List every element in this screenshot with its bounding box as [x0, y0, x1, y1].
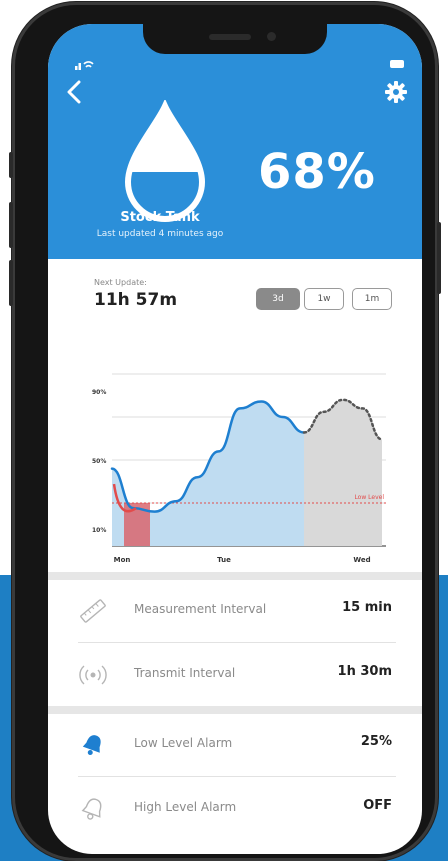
- ruler-icon: [80, 599, 106, 623]
- notch: [143, 24, 327, 54]
- speaker: [209, 34, 251, 40]
- x-tick-label: Wed: [353, 556, 370, 564]
- section-separator: [48, 572, 422, 580]
- low-level-alarm-label: Low Level Alarm: [134, 736, 233, 750]
- range-1m-button[interactable]: 1m: [352, 288, 392, 310]
- row-divider: [78, 642, 396, 643]
- next-update-value: 11h 57m: [94, 290, 178, 310]
- battery-icon: [390, 60, 404, 68]
- tank-header: 68% Stock Tank Last updated 4 minutes ag…: [48, 24, 422, 259]
- bell-outline-icon: [81, 798, 102, 820]
- section-separator: [48, 706, 422, 714]
- level-chart: 90% 50% 10% Mon Tue Wed Low Level: [92, 373, 386, 564]
- transmit-interval-label: Transmit Interval: [134, 666, 236, 680]
- row-divider: [78, 776, 396, 777]
- volume-down-button: [9, 260, 13, 306]
- level-percent: 68%: [258, 144, 376, 200]
- range-3d-button[interactable]: 3d: [256, 288, 300, 310]
- next-update-label: Next Update:: [94, 278, 147, 287]
- chevron-left-icon: [67, 80, 81, 104]
- low-level-label: Low Level: [354, 494, 384, 501]
- high-level-alarm-label: High Level Alarm: [134, 800, 237, 814]
- transmit-interval-value: 1h 30m: [337, 664, 392, 679]
- low-level-alarm-row[interactable]: Low Level Alarm 25%: [48, 714, 422, 774]
- y-tick-label: 50%: [92, 458, 106, 465]
- high-level-alarm-row[interactable]: High Level Alarm OFF: [48, 778, 422, 838]
- signal-icon: [75, 61, 94, 70]
- x-tick-label: Mon: [114, 556, 131, 564]
- measurement-interval-label: Measurement Interval: [134, 602, 267, 616]
- measurement-interval-value: 15 min: [342, 600, 392, 615]
- high-level-alarm-value: OFF: [363, 798, 392, 813]
- x-tick-label: Tue: [217, 556, 231, 564]
- y-tick-label: 10%: [92, 527, 106, 534]
- app-screen: 68% Stock Tank Last updated 4 minutes ag…: [48, 24, 422, 854]
- y-tick-label: 90%: [92, 389, 106, 396]
- low-level-alarm-value: 25%: [360, 734, 392, 749]
- mute-switch: [9, 152, 13, 178]
- camera: [267, 32, 276, 41]
- bell-icon: [82, 735, 101, 756]
- broadcast-icon: [79, 665, 107, 685]
- water-drop-icon: [124, 100, 206, 222]
- tank-name: Stock Tank: [120, 210, 200, 225]
- range-1w-button[interactable]: 1w: [304, 288, 344, 310]
- gear-icon[interactable]: [384, 80, 408, 104]
- phone-frame: 68% Stock Tank Last updated 4 minutes ag…: [9, 2, 441, 861]
- transmit-interval-row[interactable]: Transmit Interval 1h 30m: [48, 644, 422, 704]
- last-updated-text: Last updated 4 minutes ago: [96, 229, 224, 239]
- back-button[interactable]: [66, 80, 82, 109]
- power-button: [437, 222, 441, 294]
- chart-marks: Low Level: [110, 398, 386, 546]
- measurement-interval-row[interactable]: Measurement Interval 15 min: [48, 580, 422, 640]
- volume-up-button: [9, 202, 13, 248]
